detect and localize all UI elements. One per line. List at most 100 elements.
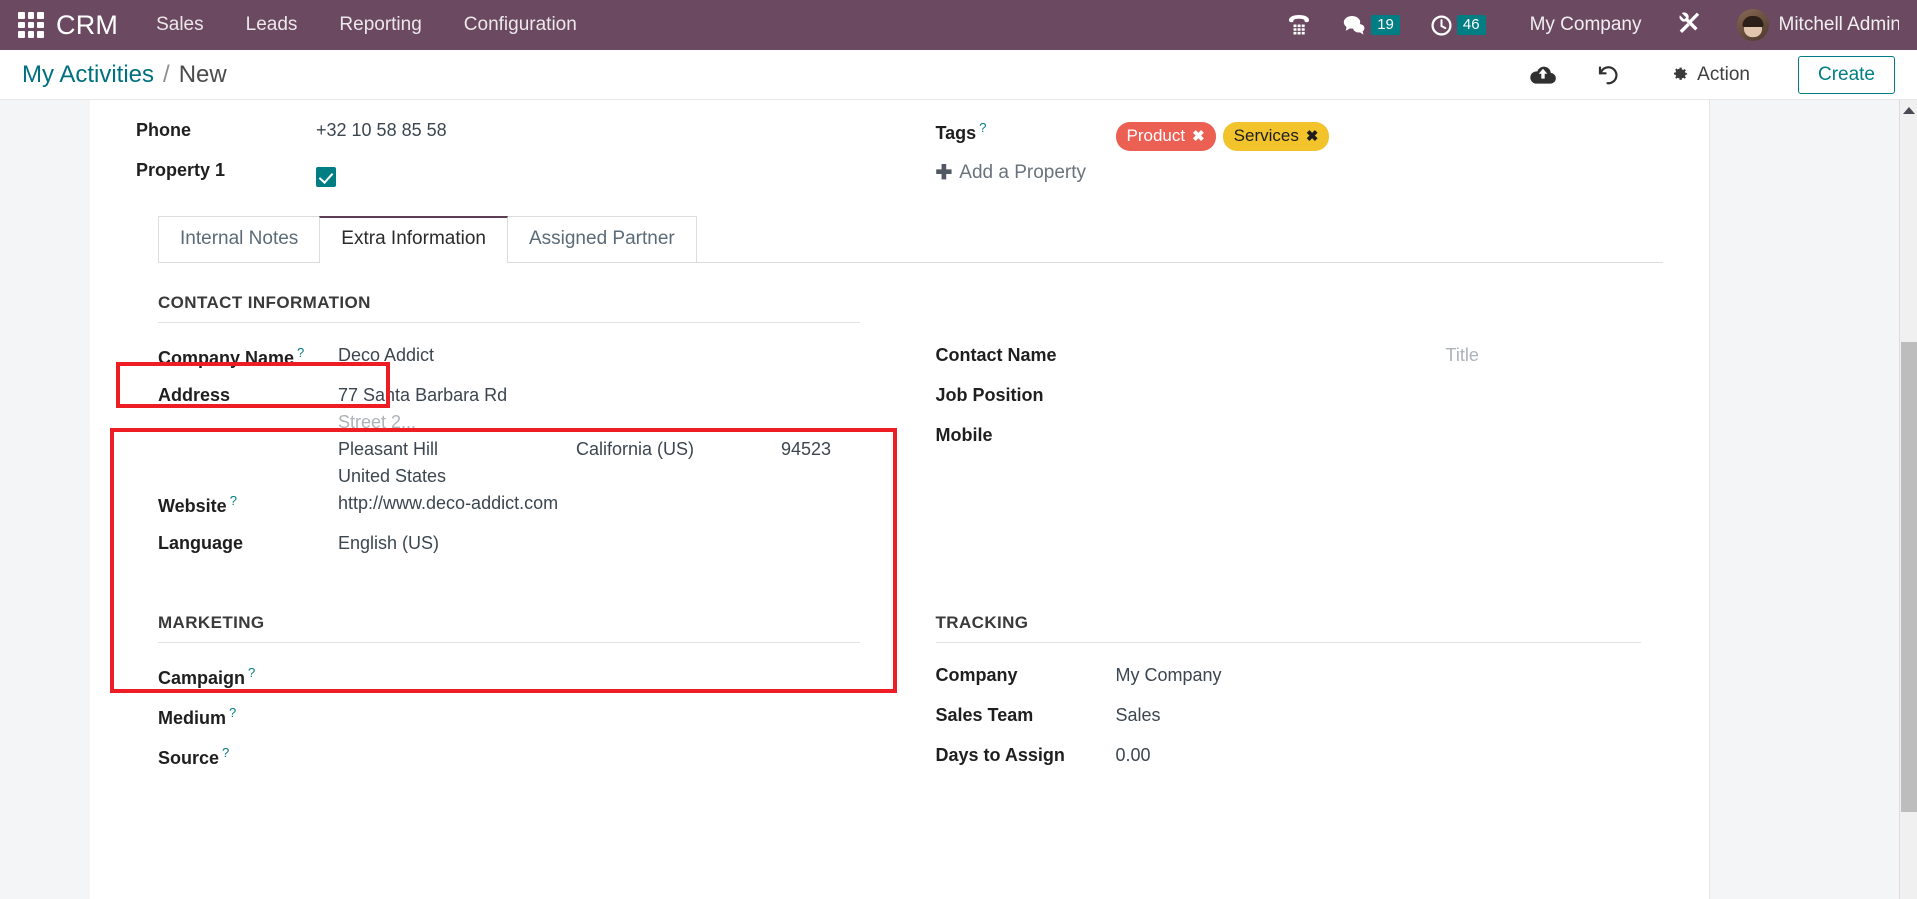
field-property-1: Property 1 [136,154,860,194]
top-navbar: CRM Sales Leads Reporting Configuration … [0,0,1917,50]
tab-extra-information[interactable]: Extra Information [319,216,508,263]
campaign-label: Campaign? [158,659,338,689]
job-position-value[interactable] [1116,379,1642,385]
source-help-icon[interactable]: ? [222,745,229,760]
control-panel-actions: Action Create [1491,55,1895,94]
top-field-group: Phone +32 10 58 85 58 Property 1 Tags ? … [136,114,1663,194]
add-a-property-button[interactable]: ✚ Add a Property [936,154,1087,185]
medium-value[interactable] [338,699,860,705]
tags-value: Product ✖ Services ✖ [1115,114,1664,151]
company-name-label: Company Name? [158,339,338,369]
top-left-column: Phone +32 10 58 85 58 Property 1 [136,114,900,194]
address-country[interactable]: United States [338,460,860,487]
website-help-icon[interactable]: ? [230,493,237,508]
contact-information-right-spacer [936,293,1642,323]
field-days-to-assign: Days to Assign 0.00 [936,739,1642,779]
navbar-right-edge [1899,0,1917,50]
property-1-checkbox[interactable] [316,167,336,187]
address-label: Address [158,385,231,405]
phone-icon[interactable] [1286,0,1312,50]
notebook-tabs: Internal Notes Extra Information Assigne… [158,216,1663,263]
top-right-column: Tags? Product ✖ Services ✖ ✚ Add a Prope… [900,114,1664,194]
action-menu-button[interactable]: Action [1670,64,1750,86]
tag-services[interactable]: Services ✖ [1222,122,1330,151]
tags-label: Tags? [936,114,1116,144]
menu-leads[interactable]: Leads [246,14,298,36]
marketing-column: MARKETING Campaign? Medium? Source ? [158,613,900,779]
language-label: Language [158,533,244,553]
user-name: Mitchell Admin [1778,14,1902,35]
clock-icon [1431,14,1452,36]
mobile-value[interactable] [1116,419,1642,425]
company-switcher[interactable]: My Company [1530,14,1642,36]
address-street2-placeholder[interactable]: Street 2... [338,406,860,433]
menu-configuration[interactable]: Configuration [464,14,577,36]
menu-reporting[interactable]: Reporting [339,14,421,36]
form-sheet: Phone +32 10 58 85 58 Property 1 Tags ? … [90,100,1710,899]
days-to-assign-value[interactable]: 0.00 [1116,739,1642,766]
tag-list: Product ✖ Services ✖ [1115,120,1664,151]
plus-icon: ✚ [935,162,953,184]
tag-product-remove-icon[interactable]: ✖ [1192,127,1205,145]
contact-title-placeholder[interactable]: Title [1446,339,1642,366]
language-value[interactable]: English (US) [338,527,860,554]
wrench-screwdriver-icon[interactable] [1676,10,1703,41]
address-zip[interactable]: 94523 [781,433,860,460]
company-name-help-icon[interactable]: ? [297,345,304,360]
medium-help-icon[interactable]: ? [229,705,236,720]
breadcrumb-root[interactable]: My Activities [22,61,154,89]
source-label-text: Source [158,748,220,768]
control-panel: My Activities / New Action Create [0,50,1917,100]
campaign-value[interactable] [338,659,860,665]
messages-badge: 19 [1371,14,1400,36]
address-street-row: 77 Santa Barbara Rd [338,379,860,406]
address-street[interactable]: 77 Santa Barbara Rd [338,379,860,406]
scroll-up-arrow-icon[interactable] [1902,107,1915,114]
property-1-value [316,154,860,187]
app-brand-crm[interactable]: CRM [56,10,118,41]
company-value[interactable]: My Company [1116,659,1642,686]
sales-team-value[interactable]: Sales [1116,699,1642,726]
address-state[interactable]: California (US) [576,433,781,460]
address-city[interactable]: Pleasant Hill [338,433,576,460]
contact-name-value[interactable] [1116,339,1446,345]
scrollbar-thumb[interactable] [1901,342,1917,812]
messages-counter[interactable]: 19 [1342,0,1400,50]
tab-internal-notes[interactable]: Internal Notes [158,216,321,262]
activities-badge: 46 [1456,14,1486,36]
menu-sales[interactable]: Sales [156,14,204,36]
field-website: Website? http://www.deco-addict.com [158,487,860,527]
campaign-help-icon[interactable]: ? [248,665,255,680]
field-source: Source? [158,739,860,779]
tab-assigned-partner[interactable]: Assigned Partner [506,216,697,262]
job-position-label: Job Position [935,385,1044,405]
marketing-tracking-group: MARKETING Campaign? Medium? Source ? TRA… [158,613,1641,779]
company-label: Company [935,665,1018,685]
tag-product[interactable]: Product ✖ [1115,122,1216,151]
apps-grid-icon[interactable] [18,12,44,38]
source-label: Source? [158,739,338,769]
form-page: Phone +32 10 58 85 58 Property 1 Tags ? … [0,100,1917,899]
tag-services-remove-icon[interactable]: ✖ [1306,127,1319,145]
cloud-upload-icon[interactable] [1529,64,1557,86]
vertical-scrollbar[interactable] [1899,100,1917,899]
tracking-heading: TRACKING [935,613,1641,643]
days-to-assign-label: Days to Assign [935,745,1065,765]
tracking-column: TRACKING Company My Company Sales Team S… [900,613,1642,779]
activities-counter[interactable]: 46 [1430,0,1486,50]
website-value[interactable]: http://www.deco-addict.com [338,487,860,514]
mobile-label: Mobile [935,425,993,445]
chat-bubble-icon [1344,16,1365,35]
company-name-label-text: Company Name [158,348,295,368]
breadcrumb: My Activities / New [22,61,227,89]
company-name-value[interactable]: Deco Addict [338,339,860,366]
field-job-position: Job Position [936,379,1642,419]
medium-label-text: Medium [158,708,227,728]
tags-help-icon[interactable]: ? [979,120,986,135]
create-button[interactable]: Create [1797,55,1895,94]
phone-value[interactable]: +32 10 58 85 58 [316,114,860,141]
undo-icon[interactable] [1595,63,1620,87]
user-menu[interactable]: Mitchell Admin [1736,9,1902,41]
source-value[interactable] [338,739,860,745]
field-tags: Tags? Product ✖ Services ✖ [936,114,1664,154]
